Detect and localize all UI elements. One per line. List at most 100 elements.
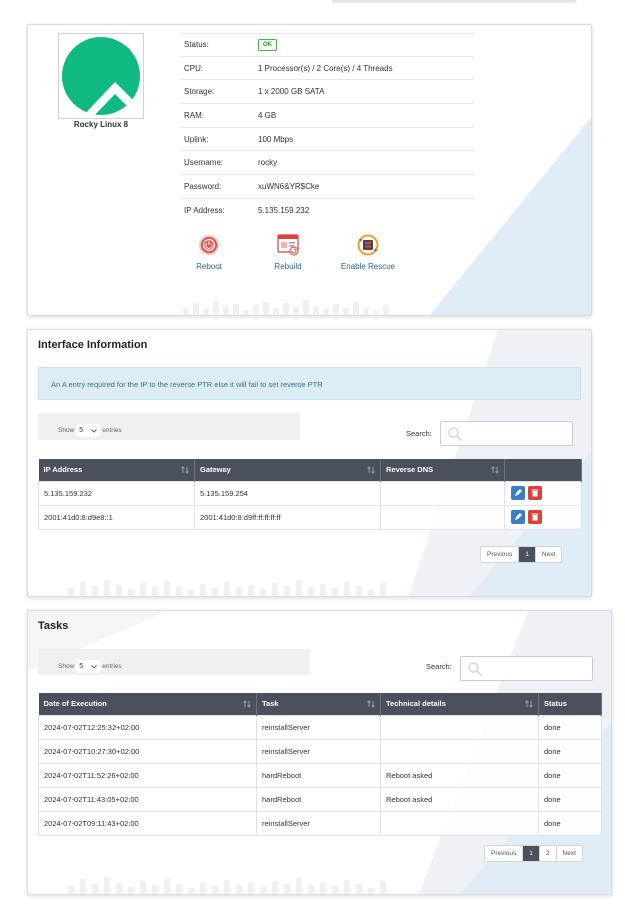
pencil-icon <box>515 489 522 496</box>
column-header-reverse-dns[interactable]: Reverse DNS <box>380 459 505 481</box>
cell-details <box>380 738 539 764</box>
tasks-table: Date of Execution Task Technical details… <box>38 693 602 836</box>
cell-date: 2024-07-02T12:25:32+02:00 <box>38 714 257 740</box>
entries-length-control: Show 5 entries <box>38 413 300 440</box>
trash-icon <box>531 489 539 497</box>
cell-gateway: 2001:41d0:8:d9ff:ff:ff:ff:ff <box>194 504 381 530</box>
show-label: Show <box>58 663 75 670</box>
trash-icon <box>531 513 539 521</box>
column-header-task[interactable]: Task <box>256 693 381 715</box>
previous-button[interactable]: Previous <box>481 547 520 562</box>
spec-label: Storage: <box>184 87 215 97</box>
entries-value: 5 <box>79 427 84 434</box>
spec-label: CPU: <box>184 63 204 73</box>
interface-information-panel: Interface Information An A entry require… <box>27 329 592 597</box>
search-label: Search: <box>406 429 432 438</box>
cell-task: reinstallServer <box>256 714 381 740</box>
page-button-1[interactable]: 1 <box>523 846 540 861</box>
page-button-2[interactable]: 2 <box>540 846 557 861</box>
chevron-down-icon <box>91 428 98 433</box>
entries-select[interactable]: 5 <box>76 424 101 437</box>
column-header-status[interactable]: Status <box>538 693 602 715</box>
search-icon <box>468 662 482 676</box>
spec-value: 5.135.159.232 <box>258 206 310 216</box>
entries-length-control: Show 5 entries <box>38 649 310 675</box>
spec-row-password: Password: xuWN6&YR$Cke <box>180 175 474 199</box>
delete-button[interactable] <box>528 510 543 524</box>
spec-row-uplink: Uplink: 100 Mbps <box>180 128 474 152</box>
page-button-1[interactable]: 1 <box>519 547 536 562</box>
spec-value: OK <box>258 38 277 51</box>
entries-select[interactable]: 5 <box>76 660 101 673</box>
next-button[interactable]: Next <box>536 547 561 562</box>
pagination: Previous 1 Next <box>480 546 563 563</box>
edit-button[interactable] <box>511 510 525 524</box>
chevron-down-icon <box>91 664 98 669</box>
enable-rescue-action[interactable]: Enable Rescue <box>338 233 398 271</box>
cell-details: Reboot asked <box>380 786 539 812</box>
delete-button[interactable] <box>528 486 543 500</box>
table-header-row: IP Address Gateway Reverse DNS <box>38 459 582 481</box>
column-header-date[interactable]: Date of Execution <box>38 693 257 715</box>
spec-value: rocky <box>258 158 278 168</box>
cell-task: hardReboot <box>256 786 381 812</box>
spec-value: 100 Mbps <box>258 134 294 144</box>
show-label: Show <box>58 427 75 434</box>
table-row: 2024-07-02T11:43:05+02:00 hardReboot Reb… <box>38 786 602 812</box>
reboot-label[interactable]: Reboot <box>191 262 227 271</box>
cell-ip: 2001:41d0:8:d9e8::1 <box>38 504 195 530</box>
ptr-alert: An A entry required for the IP to the re… <box>38 367 581 400</box>
cell-actions <box>504 480 582 506</box>
search-input[interactable] <box>460 656 593 681</box>
cell-task: hardReboot <box>256 762 381 788</box>
cell-date: 2024-07-02T11:52:26+02:00 <box>38 762 257 788</box>
entries-label: entries <box>102 663 122 670</box>
spec-row-ip: IP Address: 5.135.159.232 <box>180 199 474 223</box>
cell-ip: 5.135.159.232 <box>38 480 195 506</box>
cell-details <box>380 714 539 740</box>
enable-rescue-label[interactable]: Enable Rescue <box>338 262 398 271</box>
cell-status: done <box>538 810 602 836</box>
reboot-action[interactable]: Reboot <box>191 233 227 271</box>
entries-label: entries <box>102 427 122 434</box>
cell-details <box>380 810 539 836</box>
sort-icon <box>181 466 189 474</box>
sort-icon <box>525 700 533 708</box>
server-specs-table: Status: OK CPU: 1 Processor(s) / 2 Core(… <box>180 33 474 223</box>
cell-reverse-dns <box>380 504 505 530</box>
sort-icon <box>243 700 251 708</box>
table-row: 2001:41d0:8:d9e8::1 2001:41d0:8:d9ff:ff:… <box>38 504 582 530</box>
previous-button[interactable]: Previous <box>485 846 524 861</box>
rebuild-label[interactable]: Rebuild <box>270 262 306 271</box>
status-badge: OK <box>258 38 277 51</box>
spec-label: IP Address: <box>184 206 225 216</box>
spec-value: 1 Processor(s) / 2 Core(s) / 4 Threads <box>258 63 393 73</box>
interface-table: IP Address Gateway Reverse DNS 5.135.159… <box>38 459 582 530</box>
spec-row-storage: Storage: 1 x 2000 GB SATA <box>180 80 474 105</box>
cell-actions <box>504 504 582 530</box>
table-row: 2024-07-02T09:11:43+02:00 reinstallServe… <box>38 810 602 836</box>
cell-task: reinstallServer <box>256 738 381 764</box>
spec-label: Password: <box>184 181 222 191</box>
cell-date: 2024-07-02T10:27:30+02:00 <box>38 738 257 764</box>
power-icon <box>199 235 219 255</box>
spec-value: 4 GB <box>258 110 277 120</box>
table-row: 5.135.159.232 5.135.159.254 <box>38 480 582 506</box>
sort-icon <box>491 466 499 474</box>
sort-icon <box>367 700 375 708</box>
column-header-ip-address[interactable]: IP Address <box>38 459 195 481</box>
search-input[interactable] <box>440 421 573 446</box>
column-header-actions <box>504 459 582 481</box>
cell-date: 2024-07-02T09:11:43+02:00 <box>38 810 257 836</box>
edit-button[interactable] <box>511 486 525 500</box>
rebuild-action[interactable]: Rebuild <box>270 233 306 271</box>
spec-row-ram: RAM: 4 GB <box>180 104 474 128</box>
cell-status: done <box>538 714 602 740</box>
search-icon <box>448 427 462 441</box>
os-logo <box>58 33 144 119</box>
cell-date: 2024-07-02T11:43:05+02:00 <box>38 786 257 812</box>
column-header-gateway[interactable]: Gateway <box>194 459 381 481</box>
spec-row-username: Username: rocky <box>180 151 474 176</box>
next-button[interactable]: Next <box>557 846 582 861</box>
column-header-technical-details[interactable]: Technical details <box>380 693 539 715</box>
